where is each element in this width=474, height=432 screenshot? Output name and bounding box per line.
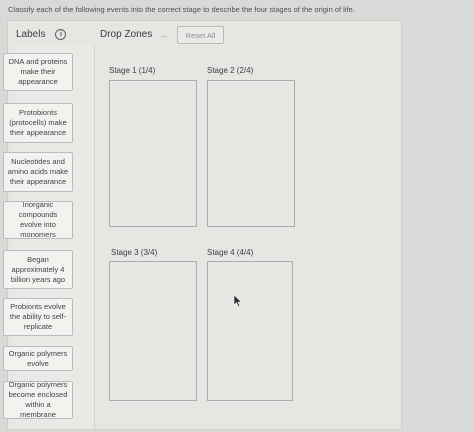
label-chip[interactable]: Began approximately 4 billion years ago — [3, 250, 73, 289]
stage-4-drop-zone[interactable] — [207, 261, 293, 401]
stage-4-label: Stage 4 (4/4) — [207, 248, 254, 257]
drop-zones-title: Drop Zones — [100, 29, 153, 40]
stage-2-drop-zone[interactable] — [207, 80, 295, 227]
label-chip[interactable]: Inorganic compounds evolve into monomers — [3, 200, 73, 239]
reset-all-button[interactable]: Reset All — [177, 26, 224, 44]
labels-header: Labels i — [16, 29, 67, 40]
label-chip[interactable]: DNA and proteins make their appearance — [3, 53, 73, 91]
stage-1-label: Stage 1 (1/4) — [109, 66, 156, 75]
drop-zones-header: Drop Zones ← — [100, 29, 169, 40]
label-chip[interactable]: Protobionts (protocells) make their appe… — [3, 103, 73, 143]
label-chip[interactable]: Organic polymers evolve — [3, 346, 73, 371]
info-icon[interactable]: i — [55, 29, 67, 40]
stage-2-label: Stage 2 (2/4) — [207, 66, 254, 75]
label-chip[interactable]: Organic polymers become enclosed within … — [3, 380, 73, 419]
stage-3-label: Stage 3 (3/4) — [111, 248, 158, 257]
instructions-text: Classify each of the following events in… — [8, 5, 355, 14]
stage-1-drop-zone[interactable] — [109, 80, 197, 227]
stage-3-drop-zone[interactable] — [109, 261, 197, 401]
label-chip[interactable]: Probionts evolve the ability to self-rep… — [3, 298, 73, 336]
mouse-cursor-icon — [233, 294, 243, 308]
back-arrow-icon[interactable]: ← — [160, 30, 169, 40]
label-chip[interactable]: Nucleotides and amino acids make their a… — [3, 152, 73, 192]
labels-title: Labels — [16, 29, 46, 40]
